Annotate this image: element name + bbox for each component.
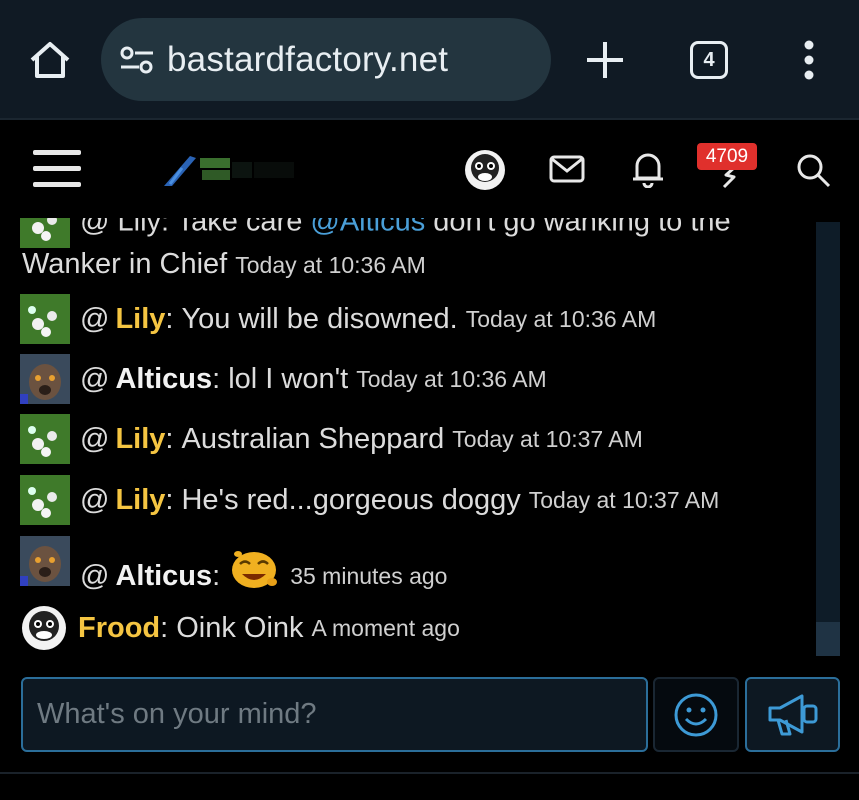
message-time[interactable]: Today at 10:37 AM	[529, 487, 720, 514]
message-text: lol I won't	[228, 362, 349, 395]
chat-message: @ Lily: Australian Sheppard Today at 10:…	[20, 414, 643, 464]
lily-avatar[interactable]	[20, 414, 70, 464]
message-text: He's red...gorgeous doggy	[181, 483, 521, 516]
chat-scrollbar[interactable]	[816, 222, 840, 656]
message-time[interactable]: A moment ago	[312, 615, 460, 642]
username-link[interactable]: Alticus	[115, 363, 212, 396]
chat-message: @ Lily: He's red...gorgeous doggy Today …	[20, 475, 719, 525]
user-avatar-icon[interactable]	[463, 148, 507, 192]
alticus-avatar[interactable]	[20, 354, 70, 404]
partial-message: @ Lily: Take care @Alticus don't go wank…	[20, 218, 731, 248]
mention-link[interactable]: @Alticus	[310, 218, 425, 238]
lily-avatar[interactable]	[20, 294, 70, 344]
chat-message: @ Lily: You will be disowned. Today at 1…	[20, 294, 656, 344]
lily-avatar[interactable]	[20, 218, 70, 248]
message-time[interactable]: 35 minutes ago	[290, 563, 447, 590]
chat-message: Frood: Oink Oink A moment ago	[20, 604, 460, 652]
username-link[interactable]: Lily	[115, 423, 165, 456]
emoji-button[interactable]	[653, 677, 739, 752]
message-time[interactable]: Today at 10:36 AM	[466, 306, 657, 333]
shout-button[interactable]	[745, 677, 840, 752]
frood-avatar[interactable]	[20, 604, 68, 652]
alticus-avatar[interactable]	[20, 536, 70, 586]
message-time[interactable]: Today at 10:36 AM	[356, 366, 547, 393]
chat-scrollbar-thumb[interactable]	[816, 622, 840, 656]
message-text: Oink Oink	[176, 611, 304, 644]
home-icon[interactable]	[28, 40, 72, 80]
new-tab-icon[interactable]	[583, 38, 627, 82]
message-time[interactable]: Today at 10:37 AM	[452, 426, 643, 453]
username-link[interactable]: Lily	[115, 303, 165, 336]
chat-message: @ Alticus: 35 minutes ago	[20, 536, 447, 593]
more-menu-icon[interactable]	[796, 40, 822, 80]
username-link[interactable]: Frood	[78, 612, 160, 645]
bell-icon[interactable]	[631, 150, 665, 188]
chat-log[interactable]: @ Lily: Take care @Alticus don't go wank…	[0, 218, 816, 660]
laughing-emoji-icon	[232, 550, 278, 588]
smiley-icon	[674, 693, 718, 736]
site-logo[interactable]	[160, 148, 300, 190]
username-link[interactable]: Alticus	[115, 560, 212, 593]
notification-badge: 4709	[697, 143, 757, 170]
search-icon[interactable]	[795, 152, 831, 188]
message-text: You will be disowned.	[181, 302, 458, 335]
message-input-container[interactable]	[21, 677, 648, 752]
message-input[interactable]	[37, 698, 646, 731]
bottom-divider	[0, 772, 859, 774]
partial-message-continuation: Wanker in Chief Today at 10:36 AM	[22, 248, 426, 280]
site-settings-icon[interactable]	[119, 45, 155, 75]
address-bar[interactable]: bastardfactory.net	[101, 18, 551, 101]
lily-avatar[interactable]	[20, 475, 70, 525]
url-text: bastardfactory.net	[167, 39, 449, 79]
hamburger-menu-icon[interactable]	[33, 150, 81, 188]
megaphone-icon	[768, 694, 817, 735]
chat-message: @ Alticus: lol I won't Today at 10:36 AM	[20, 354, 547, 404]
message-text: Australian Sheppard	[181, 422, 445, 455]
username-link[interactable]: Lily	[115, 484, 165, 517]
message-time[interactable]: Today at 10:36 AM	[235, 252, 426, 278]
mail-icon[interactable]	[549, 154, 585, 184]
tab-switcher-button[interactable]: 4	[690, 41, 728, 79]
